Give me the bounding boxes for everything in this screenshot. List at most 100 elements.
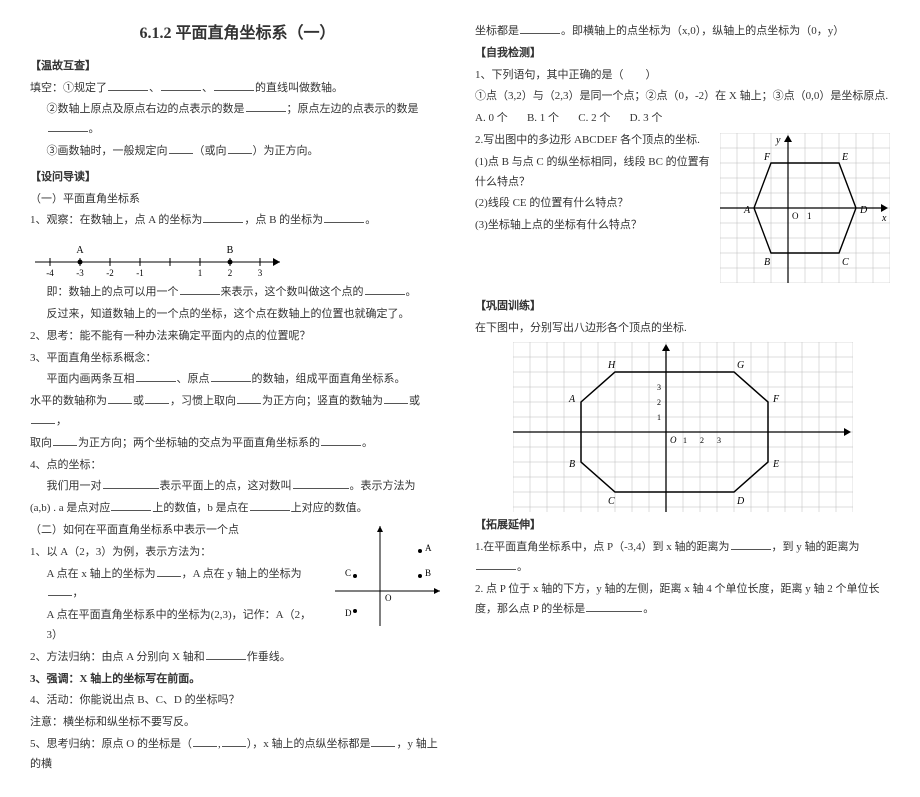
opt-a[interactable]: A. 0 个 bbox=[475, 112, 508, 124]
opt-c[interactable]: C. 2 个 bbox=[578, 112, 610, 124]
blank[interactable] bbox=[365, 284, 405, 295]
r2b: 作垂线。 bbox=[247, 651, 291, 663]
e2b: 。 bbox=[643, 603, 654, 615]
f2: ②数轴上原点及原点右边的点表示的数是 bbox=[47, 103, 245, 115]
blank[interactable] bbox=[211, 371, 251, 382]
blank[interactable] bbox=[293, 478, 349, 489]
fill-line-1: 填空：①规定了、、的直线叫做数轴。 bbox=[30, 79, 445, 99]
blank[interactable] bbox=[53, 434, 77, 445]
tick-neg4: -4 bbox=[46, 268, 54, 277]
oct-D: D bbox=[736, 496, 745, 507]
blank[interactable] bbox=[157, 565, 181, 576]
coordinate-plot-small: O A B C D bbox=[325, 521, 445, 639]
q2: 2、思考：能不能有一种办法来确定平面内的点的位置呢？ bbox=[30, 327, 445, 347]
line1c: 。 bbox=[406, 286, 417, 298]
tick-3: 3 bbox=[258, 268, 263, 277]
blank[interactable] bbox=[48, 585, 72, 596]
hex-F: F bbox=[763, 152, 771, 163]
blank[interactable] bbox=[250, 500, 290, 511]
q4a2: 表示平面上的点，这对数叫 bbox=[160, 480, 292, 492]
x-label: x bbox=[881, 213, 887, 224]
fill-line-3: ③画数轴时，一般规定向（或向）为正方向。 bbox=[30, 142, 445, 162]
q1: 1、观察：在数轴上，点 A 的坐标为，点 B 的坐标为。 bbox=[30, 211, 445, 231]
oct-F: F bbox=[772, 394, 780, 405]
blank[interactable] bbox=[520, 23, 560, 34]
octagon-grid-figure: O 1 2 3 1 2 3 A H G F E D C B bbox=[475, 342, 890, 512]
blank[interactable] bbox=[321, 434, 361, 445]
t1: 1、下列语句，其中正确的是（ ） bbox=[475, 66, 890, 86]
oct-O: O bbox=[670, 435, 677, 445]
hex-A: A bbox=[743, 205, 751, 216]
blank[interactable] bbox=[169, 143, 193, 154]
blank[interactable] bbox=[246, 101, 286, 112]
blank[interactable] bbox=[180, 284, 220, 295]
blank[interactable] bbox=[108, 393, 132, 404]
blank[interactable] bbox=[586, 600, 642, 611]
q1b: ，点 B 的坐标为 bbox=[244, 214, 323, 226]
hex-B: B bbox=[764, 257, 770, 268]
q4b3: 上对应的数值。 bbox=[291, 502, 368, 514]
q3a1: 平面内画两条互相 bbox=[47, 373, 135, 385]
oy1: 1 bbox=[657, 413, 661, 422]
blank[interactable] bbox=[108, 79, 148, 90]
ox2: 2 bbox=[700, 436, 704, 445]
blank[interactable] bbox=[193, 735, 217, 746]
q3c: 取向为正方向；两个坐标轴的交点为平面直角坐标系的。 bbox=[30, 434, 445, 454]
blank[interactable] bbox=[237, 393, 261, 404]
hex-O: O bbox=[792, 211, 799, 221]
q4b2: 上的数值，b 是点在 bbox=[152, 502, 248, 514]
blank[interactable] bbox=[228, 143, 252, 154]
q3c1: 取向 bbox=[30, 437, 52, 449]
blank[interactable] bbox=[476, 559, 516, 570]
blank[interactable] bbox=[136, 371, 176, 382]
blank[interactable] bbox=[731, 539, 771, 550]
r5: 注意：横坐标和纵坐标不要写反。 bbox=[30, 713, 445, 733]
f3c: ）为正方向。 bbox=[253, 145, 319, 157]
hex-one: 1 bbox=[807, 211, 812, 221]
hex-E: E bbox=[841, 152, 848, 163]
oct-H: H bbox=[607, 360, 616, 371]
t1-opts: ①点（3,2）与（2,3）是同一个点；②点（0，-2）在 X 轴上；③点（0,0… bbox=[475, 87, 890, 107]
e1: 1.在平面直角坐标系中，点 P（-3,4）到 x 轴的距离为，到 y 轴的距离为… bbox=[475, 538, 890, 578]
opt-b[interactable]: B. 1 个 bbox=[527, 112, 559, 124]
blank[interactable] bbox=[324, 212, 364, 223]
r1a3: ， bbox=[73, 587, 84, 599]
section-practice: 【巩固训练】 bbox=[475, 297, 890, 317]
f1d: 的直线叫做数轴。 bbox=[255, 82, 343, 94]
blank[interactable] bbox=[48, 121, 88, 132]
section-guide: 【设问导读】 bbox=[30, 168, 445, 188]
e1a: 1.在平面直角坐标系中，点 P（-3,4）到 x 轴的距离为 bbox=[475, 541, 730, 553]
blank[interactable] bbox=[145, 393, 169, 404]
blank[interactable] bbox=[222, 735, 246, 746]
q1a: 1、观察：在数轴上，点 A 的坐标为 bbox=[30, 214, 202, 226]
hex-D: D bbox=[859, 205, 868, 216]
f3: ③画数轴时，一般规定向 bbox=[47, 145, 168, 157]
q3b6: ， bbox=[56, 415, 67, 427]
q3b: 水平的数轴称为或，习惯上取向为正方向；竖直的数轴为或， bbox=[30, 392, 445, 432]
f2c: 。 bbox=[89, 123, 100, 135]
oct-A: A bbox=[568, 394, 576, 405]
f2b: ；原点左边的点表示的数是 bbox=[287, 103, 419, 115]
pB: B bbox=[425, 568, 431, 578]
blank[interactable] bbox=[203, 212, 243, 223]
opt-d[interactable]: D. 3 个 bbox=[630, 112, 663, 124]
fill-line-2: ②数轴上原点及原点右边的点表示的数是 ；原点左边的点表示的数是。 bbox=[30, 100, 445, 140]
tick-2: 2 bbox=[228, 268, 233, 277]
blank[interactable] bbox=[161, 79, 201, 90]
hex-C: C bbox=[842, 257, 849, 268]
blank[interactable] bbox=[384, 393, 408, 404]
gx: 在下图中，分别写出八边形各个顶点的坐标. bbox=[475, 319, 890, 339]
hexagon-grid-figure: x y O 1 A F E D C B bbox=[720, 133, 890, 291]
e2a: 2. 点 P 位于 x 轴的下方，y 轴的左侧，距离 x 轴 4 个单位长度，距… bbox=[475, 583, 879, 615]
blank[interactable] bbox=[371, 735, 395, 746]
e1c: 。 bbox=[517, 561, 528, 573]
blank[interactable] bbox=[214, 79, 254, 90]
blank[interactable] bbox=[206, 648, 246, 659]
blank[interactable] bbox=[111, 500, 151, 511]
e2: 2. 点 P 位于 x 轴的下方，y 轴的左侧，距离 x 轴 4 个单位长度，距… bbox=[475, 580, 890, 620]
blank[interactable] bbox=[31, 413, 55, 424]
tick-neg2: -2 bbox=[106, 268, 114, 277]
oct-C: C bbox=[608, 496, 615, 507]
top1: 坐标都是 bbox=[475, 25, 519, 37]
blank[interactable] bbox=[103, 478, 159, 489]
